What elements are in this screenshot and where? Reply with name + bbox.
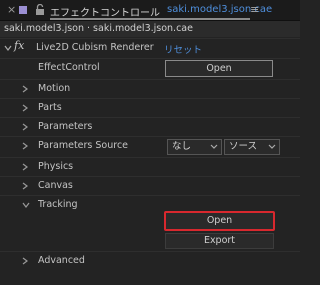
chevron-right-icon[interactable] bbox=[22, 158, 30, 177]
chevron-right-icon[interactable] bbox=[22, 252, 30, 271]
property-label: Parts bbox=[38, 102, 62, 113]
breadcrumb: saki.model3.json · saki.model3.json.cae bbox=[0, 21, 300, 37]
property-row-parameters[interactable]: Parameters bbox=[0, 117, 300, 137]
tracking-export-button[interactable]: Export bbox=[165, 233, 274, 249]
property-label: Parameters Source bbox=[38, 140, 129, 151]
property-label: Parameters bbox=[38, 121, 93, 132]
fx-icon[interactable]: fx bbox=[14, 39, 24, 52]
active-tab-indicator bbox=[50, 18, 250, 20]
chevron-right-icon[interactable] bbox=[22, 99, 30, 118]
layer-color-swatch bbox=[19, 6, 27, 14]
chevron-right-icon[interactable] bbox=[22, 80, 30, 99]
tracking-open-button[interactable]: Open bbox=[164, 211, 275, 231]
property-row-effectcontrol: EffectControl Open bbox=[0, 58, 300, 79]
property-row-physics[interactable]: Physics bbox=[0, 157, 300, 177]
effect-name: Live2D Cubism Renderer bbox=[36, 42, 154, 53]
property-row-advanced[interactable]: Advanced bbox=[0, 251, 300, 271]
property-row-parameters-source[interactable]: Parameters Source なし ソース bbox=[0, 136, 300, 157]
effect-header-row: fx Live2D Cubism Renderer リセット bbox=[0, 38, 300, 58]
property-label: Canvas bbox=[38, 180, 73, 191]
property-row-canvas[interactable]: Canvas bbox=[0, 176, 300, 196]
reset-link[interactable]: リセット bbox=[164, 42, 202, 56]
panel-menu-icon[interactable]: ≡ bbox=[250, 3, 259, 16]
panel-title[interactable]: エフェクトコントロール bbox=[50, 4, 160, 19]
effect-control-open-button[interactable]: Open bbox=[165, 60, 273, 77]
parameters-source-layer-select[interactable]: ソース bbox=[224, 139, 280, 155]
property-row-parts[interactable]: Parts bbox=[0, 98, 300, 118]
chevron-down-icon[interactable] bbox=[22, 196, 30, 215]
panel-tab-bar: × エフェクトコントロール saki.model3.json.cae ≡ bbox=[0, 0, 300, 21]
property-label: Advanced bbox=[38, 255, 85, 266]
select-value: なし bbox=[172, 141, 192, 152]
property-label: EffectControl bbox=[38, 62, 100, 73]
chevron-right-icon[interactable] bbox=[22, 177, 30, 196]
property-label: Motion bbox=[38, 83, 71, 94]
close-tab-icon[interactable]: × bbox=[7, 3, 16, 16]
parameters-source-select[interactable]: なし bbox=[167, 139, 222, 155]
property-label: Physics bbox=[38, 161, 74, 172]
chevron-right-icon[interactable] bbox=[22, 118, 30, 137]
select-value: ソース bbox=[229, 141, 258, 152]
lock-icon[interactable] bbox=[35, 3, 45, 15]
property-row-motion[interactable]: Motion bbox=[0, 79, 300, 99]
property-label: Tracking bbox=[38, 199, 78, 210]
chevron-down-icon[interactable] bbox=[4, 44, 12, 55]
chevron-right-icon[interactable] bbox=[22, 137, 30, 156]
